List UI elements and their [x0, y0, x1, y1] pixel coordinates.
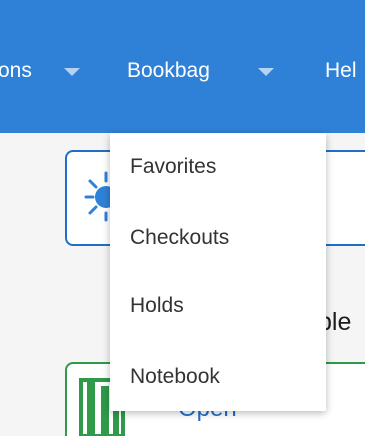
- menu-item-favorites[interactable]: Favorites: [130, 154, 216, 180]
- chevron-down-icon[interactable]: [64, 68, 80, 76]
- top-navbar: ons Bookbag Hel: [0, 0, 365, 133]
- menu-item-checkouts[interactable]: Checkouts: [130, 225, 229, 251]
- menu-item-holds[interactable]: Holds: [130, 293, 184, 319]
- nav-item-help[interactable]: Hel: [325, 58, 357, 84]
- nav-item-bookbag[interactable]: Bookbag: [127, 58, 210, 84]
- nav-item-options[interactable]: ons: [0, 58, 32, 84]
- bookbag-dropdown-menu: Favorites Checkouts Holds Notebook: [110, 133, 326, 411]
- chevron-down-icon[interactable]: [258, 68, 274, 76]
- menu-item-notebook[interactable]: Notebook: [130, 364, 220, 390]
